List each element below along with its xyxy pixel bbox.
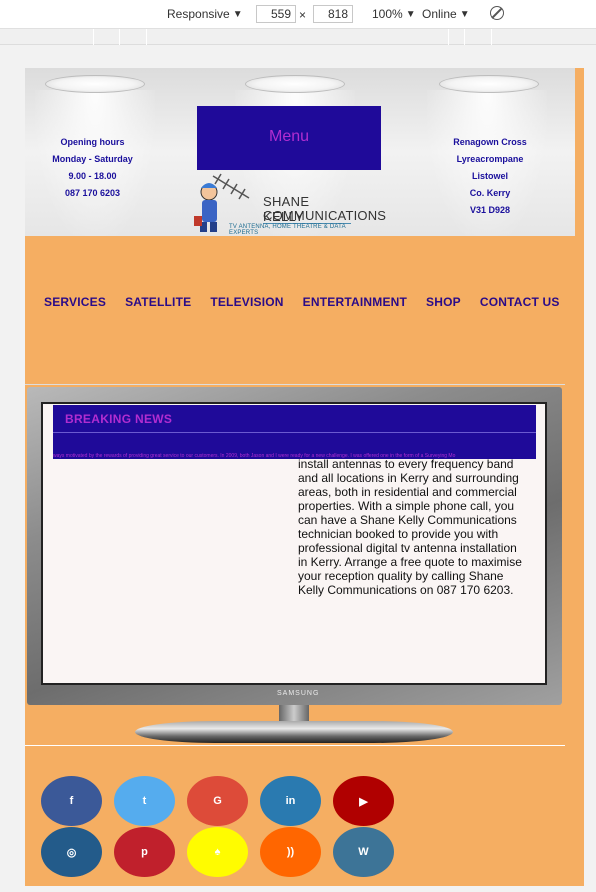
tv-brand-label: SAMSUNG bbox=[277, 690, 320, 697]
spotlight-lamp bbox=[45, 75, 145, 93]
ruler-tick bbox=[93, 29, 94, 45]
menu-button[interactable]: Menu bbox=[197, 106, 381, 170]
device-label: Responsive bbox=[167, 7, 230, 21]
ruler-tick bbox=[146, 29, 147, 45]
address-line: Lyreacrompane bbox=[456, 154, 524, 164]
breaking-news-bar: BREAKING NEWS ways motivated by the rewa… bbox=[53, 405, 536, 459]
address-line: Listowel bbox=[471, 171, 508, 181]
address-line: V31 D928 bbox=[469, 205, 511, 215]
opening-hours: Opening hours Monday - Saturday 9.00 - 1… bbox=[45, 134, 140, 202]
breaking-news-title: BREAKING NEWS bbox=[65, 412, 173, 426]
twitter-glyph: t bbox=[142, 795, 147, 807]
rss-glyph: )) bbox=[286, 846, 295, 858]
nav-entertainment[interactable]: ENTERTAINMENT bbox=[303, 295, 407, 309]
hours-line: Monday - Saturday bbox=[52, 154, 133, 164]
main-navigation: SERVICES SATELLITE TELEVISION ENTERTAINM… bbox=[44, 295, 579, 309]
logo-tagline: TV ANTENNA, HOME THEATRE & DATA EXPERTS bbox=[229, 224, 346, 236]
dimension-separator: × bbox=[299, 8, 307, 22]
tv-section: BREAKING NEWS ways motivated by the rewa… bbox=[25, 384, 565, 746]
google-plus-glyph: G bbox=[213, 795, 222, 807]
tv-screen: BREAKING NEWS ways motivated by the rewa… bbox=[41, 402, 547, 685]
viewport-page: Opening hours Monday - Saturday 9.00 - 1… bbox=[25, 68, 584, 886]
hours-line: 9.00 - 18.00 bbox=[68, 171, 117, 181]
spotlight-lamp bbox=[245, 75, 345, 93]
devtools-toolbar: Responsive ▼ 559 × 818 100% ▼ Online ▼ bbox=[0, 0, 596, 29]
ruler-tick bbox=[491, 29, 492, 45]
header-banner: Opening hours Monday - Saturday 9.00 - 1… bbox=[25, 68, 575, 236]
device-selector[interactable]: Responsive ▼ bbox=[167, 7, 243, 21]
ruler-tick bbox=[119, 29, 120, 45]
chevron-down-icon: ▼ bbox=[405, 8, 416, 20]
chevron-down-icon: ▼ bbox=[232, 8, 243, 20]
youtube-glyph: ▶ bbox=[359, 795, 368, 808]
phone-number: 087 170 6203 bbox=[64, 188, 121, 198]
address-line: Renagown Cross bbox=[453, 137, 527, 147]
nav-shop[interactable]: SHOP bbox=[426, 295, 461, 309]
ruler-tick bbox=[464, 29, 465, 45]
hours-line: Opening hours bbox=[60, 137, 125, 147]
instagram-icon[interactable]: ◎ bbox=[41, 827, 102, 877]
company-logo[interactable]: SHANE KELLY COMMUNICATIONS TV ANTENNA, H… bbox=[191, 168, 386, 236]
wordpress-glyph: W bbox=[358, 846, 369, 858]
nav-television[interactable]: TELEVISION bbox=[210, 295, 283, 309]
spotlight-lamp bbox=[439, 75, 539, 93]
google-plus-icon[interactable]: G bbox=[187, 776, 248, 826]
nav-contact-us[interactable]: CONTACT US bbox=[480, 295, 560, 309]
news-divider bbox=[53, 432, 536, 433]
media-query-ruler bbox=[0, 29, 596, 45]
pinterest-icon[interactable]: p bbox=[114, 827, 175, 877]
logo-name-line2: COMMUNICATIONS bbox=[263, 208, 387, 223]
height-input[interactable]: 818 bbox=[313, 5, 353, 23]
linkedin-glyph: in bbox=[285, 795, 296, 807]
chevron-down-icon: ▼ bbox=[459, 8, 470, 20]
rotate-icon[interactable] bbox=[490, 6, 504, 20]
nav-satellite[interactable]: SATELLITE bbox=[125, 295, 191, 309]
twitter-icon[interactable]: t bbox=[114, 776, 175, 826]
linkedin-icon[interactable]: in bbox=[260, 776, 321, 826]
rss-icon[interactable]: )) bbox=[260, 827, 321, 877]
tv-stand-base bbox=[135, 721, 453, 743]
pinterest-glyph: p bbox=[141, 846, 148, 858]
facebook-icon[interactable]: f bbox=[41, 776, 102, 826]
instagram-glyph: ◎ bbox=[66, 846, 77, 859]
facebook-glyph: f bbox=[69, 795, 74, 807]
youtube-icon[interactable]: ▶ bbox=[333, 776, 394, 826]
snapchat-icon[interactable]: ♠ bbox=[187, 827, 248, 877]
address-line: Co. Kerry bbox=[469, 188, 511, 198]
network-selector[interactable]: Online ▼ bbox=[422, 7, 470, 21]
nav-services[interactable]: SERVICES bbox=[44, 295, 106, 309]
ruler-tick bbox=[448, 29, 449, 45]
tv-frame: BREAKING NEWS ways motivated by the rewa… bbox=[27, 387, 562, 705]
wordpress-icon[interactable]: W bbox=[333, 827, 394, 877]
network-label: Online bbox=[422, 7, 457, 21]
zoom-label: 100% bbox=[372, 7, 403, 21]
snapchat-glyph: ♠ bbox=[214, 846, 221, 858]
news-body-text: install antennas to every frequency band… bbox=[298, 457, 522, 597]
width-input[interactable]: 559 bbox=[256, 5, 296, 23]
address-block: Renagown Cross Lyreacrompane Listowel Co… bbox=[445, 134, 535, 219]
zoom-selector[interactable]: 100% ▼ bbox=[372, 7, 416, 21]
